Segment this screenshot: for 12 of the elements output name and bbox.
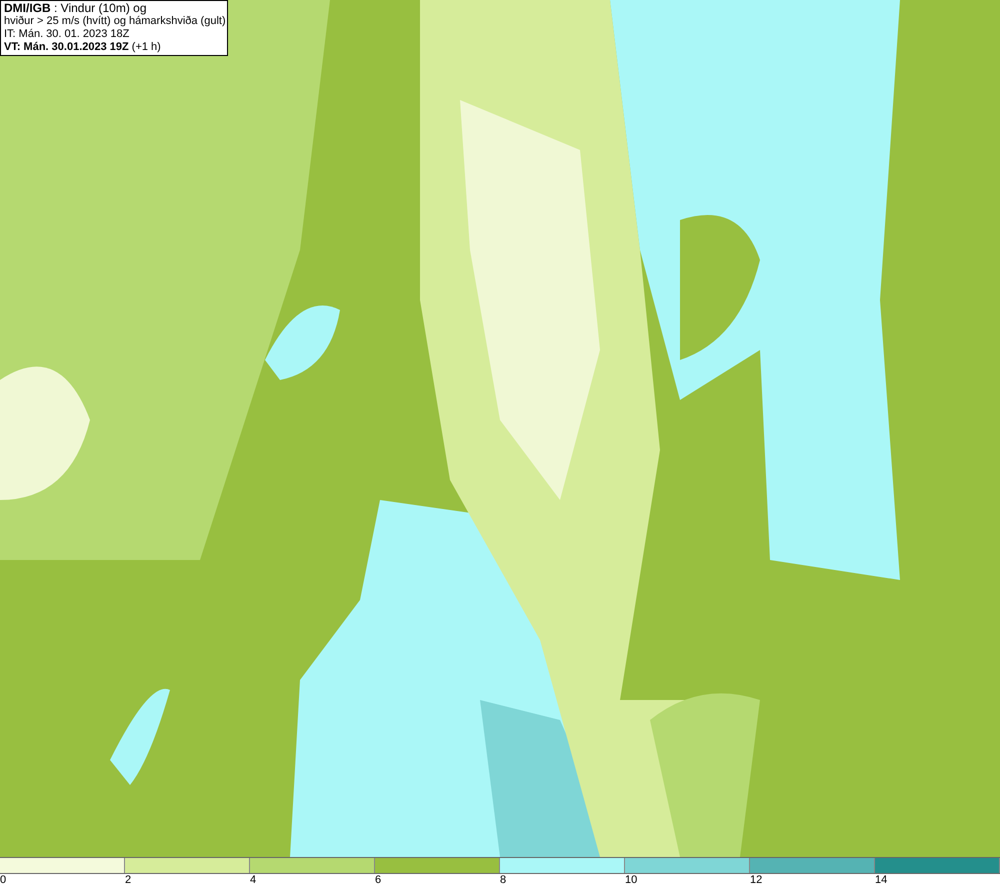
header-text: hviður > 25 m/s (hvítt) og hámarkshviða (gult) <box>4 15 224 28</box>
header-text: VT: Mán. 30.01.2023 19Z (+1 h) <box>4 41 162 54</box>
header-text: DMI/IGB : Vindur (10m) og <box>4 2 148 15</box>
legend-label: 2 <box>125 874 132 887</box>
header-text: IT: Mán. 30. 01. 2023 18Z <box>4 28 130 41</box>
legend-label: 0 <box>0 874 6 887</box>
legend-label: 6 <box>375 874 382 887</box>
legend-label: 10 <box>625 874 638 887</box>
legend-label: 8 <box>500 874 506 887</box>
legend-label: 14 <box>875 874 888 887</box>
legend-label: 12 <box>750 874 762 887</box>
legend-label: 4 <box>250 874 256 887</box>
